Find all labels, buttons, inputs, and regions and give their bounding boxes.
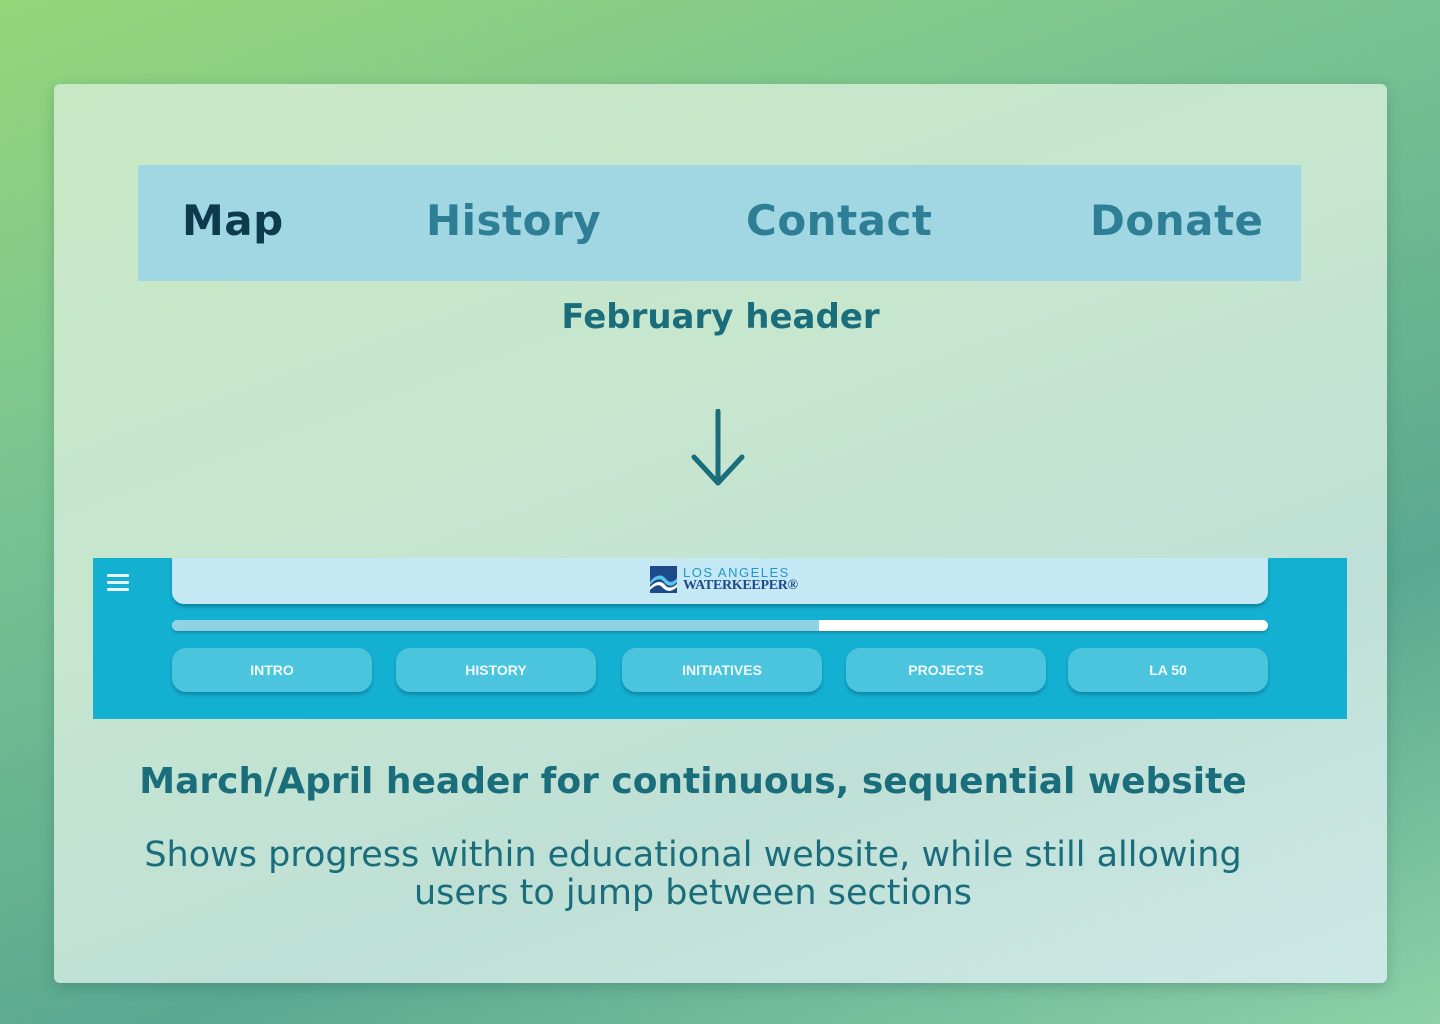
logo-text-line2: WATERKEEPER® <box>683 578 798 593</box>
section-button-initiatives[interactable]: INITIATIVES <box>622 648 822 692</box>
description-line-1: Shows progress within educational websit… <box>144 835 1242 875</box>
waterkeeper-logo[interactable]: LOS ANGELES WATERKEEPER® <box>650 565 800 595</box>
section-button-la50[interactable]: LA 50 <box>1068 648 1268 692</box>
progress-bar-fill <box>172 620 819 631</box>
march-april-header-caption: March/April header for continuous, seque… <box>139 761 1247 802</box>
feb-nav-history[interactable]: History <box>426 197 601 245</box>
february-header-caption: February header <box>561 297 880 337</box>
section-button-intro[interactable]: INTRO <box>172 648 372 692</box>
progress-bar <box>172 620 1268 631</box>
section-button-projects[interactable]: PROJECTS <box>846 648 1046 692</box>
feb-nav-map[interactable]: Map <box>182 197 284 245</box>
logo-bar: LOS ANGELES WATERKEEPER® <box>172 558 1268 604</box>
february-nav-bar: Map History Contact Donate <box>138 165 1301 281</box>
section-button-history[interactable]: HISTORY <box>396 648 596 692</box>
description-line-2: users to jump between sections <box>413 873 973 913</box>
presentation-card: Map History Contact Donate February head… <box>54 84 1387 983</box>
march-april-header: LOS ANGELES WATERKEEPER® INTRO HISTORY I… <box>93 558 1347 719</box>
feb-nav-contact[interactable]: Contact <box>746 197 932 245</box>
waterkeeper-logo-icon <box>650 566 677 593</box>
description-text: Shows progress within educational websit… <box>129 836 1257 912</box>
feb-nav-donate[interactable]: Donate <box>1090 197 1264 245</box>
arrow-down-icon <box>691 409 745 486</box>
hamburger-menu-icon[interactable] <box>107 572 129 594</box>
